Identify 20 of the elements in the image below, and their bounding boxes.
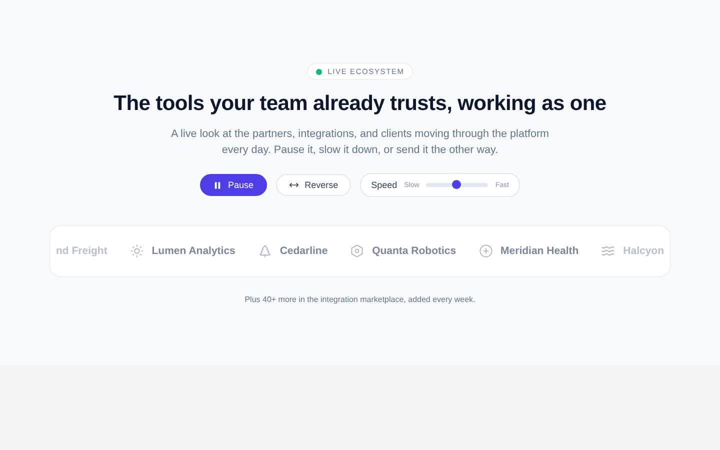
partner-name: nd Freight — [56, 245, 108, 257]
partner-name: Lumen Analytics — [152, 245, 236, 257]
reverse-button[interactable]: Reverse — [276, 174, 352, 196]
footnote: Plus 40+ more in the integration marketplace, added every week. — [244, 295, 476, 304]
left-right-arrow-icon — [288, 180, 299, 190]
plus-circle-icon — [478, 244, 493, 258]
sun-icon — [130, 244, 144, 258]
partner-name: Quanta Robotics — [372, 245, 456, 257]
pause-icon — [213, 180, 222, 190]
speed-label: Speed — [371, 180, 398, 190]
partner-name: Meridian Health — [500, 245, 579, 257]
partner-name: Cedarline — [280, 245, 328, 257]
pause-button[interactable]: Pause — [200, 174, 267, 196]
waves-icon — [601, 244, 616, 258]
pine-tree-icon — [258, 244, 272, 258]
partner-name: Halcyon — [623, 245, 664, 257]
heading: The tools your team already trusts, working as one — [114, 92, 606, 116]
slider-thumb[interactable] — [452, 180, 462, 189]
hexagon-icon — [350, 244, 364, 258]
subtitle: A live look at the partners, integrations, and clients moving through the platform every day. Pause it, slow it down, or send it the other way. — [170, 127, 550, 158]
